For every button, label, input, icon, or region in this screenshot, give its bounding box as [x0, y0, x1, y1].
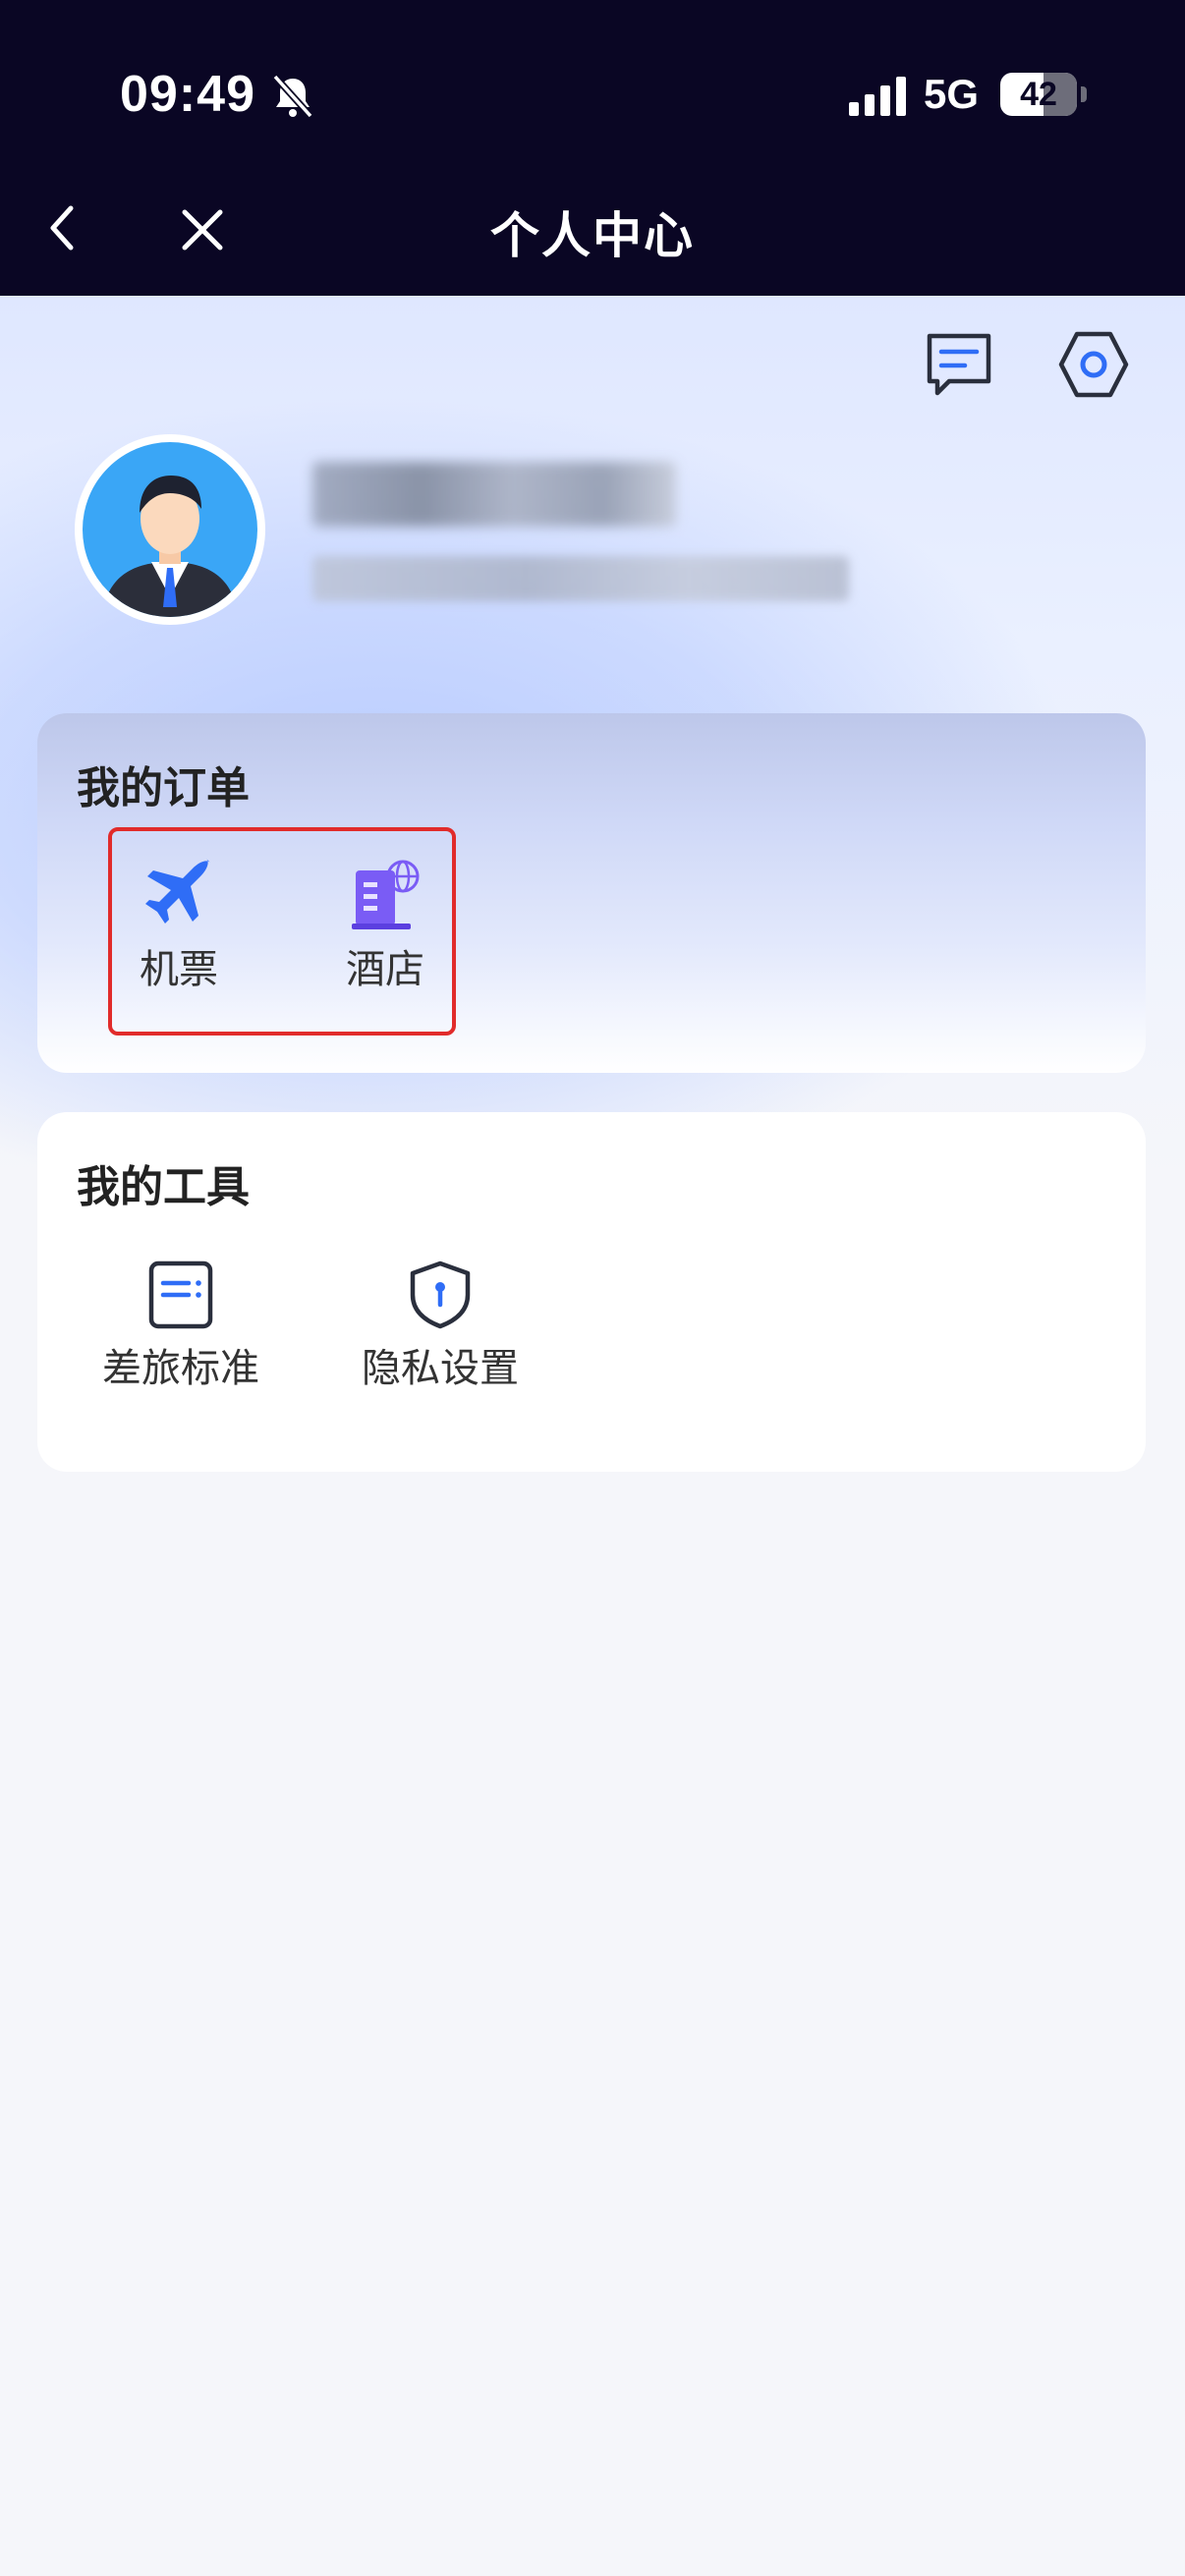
my-orders-card: 我的订单 机票 酒店: [37, 713, 1146, 1073]
settings-icon[interactable]: [1057, 330, 1130, 399]
hotel-icon: [352, 860, 420, 929]
signal-icon: [849, 77, 906, 116]
network-type: 5G: [924, 71, 980, 117]
my-tools-card: 我的工具 差旅标准 隐私设置: [37, 1112, 1146, 1472]
order-item-flight[interactable]: 机票: [81, 857, 277, 994]
message-icon[interactable]: [924, 330, 994, 397]
tools-title: 我的工具: [77, 1162, 250, 1212]
user-info-redacted: [312, 556, 849, 601]
page-title: 个人中心: [490, 207, 695, 264]
top-bar: 09:49 5G 42 个人中心: [0, 0, 1185, 296]
user-avatar-icon: [83, 442, 257, 617]
tool-item-label: 隐私设置: [362, 1346, 519, 1391]
user-name-redacted: [312, 462, 676, 527]
tool-item-privacy-settings[interactable]: 隐私设置: [342, 1260, 538, 1393]
tool-item-label: 差旅标准: [102, 1346, 259, 1391]
tool-item-travel-policy[interactable]: 差旅标准: [83, 1260, 279, 1393]
order-item-label: 酒店: [346, 947, 424, 992]
battery-indicator: 42: [1000, 73, 1077, 116]
bell-muted-icon: [272, 74, 313, 119]
privacy-shield-icon: [410, 1260, 471, 1329]
status-time: 09:49: [120, 66, 255, 123]
airplane-icon: [145, 859, 210, 924]
order-item-hotel[interactable]: 酒店: [287, 857, 483, 994]
battery-level: 42: [1020, 75, 1057, 113]
travel-policy-icon: [148, 1260, 213, 1329]
battery-tip: [1081, 86, 1087, 102]
orders-title: 我的订单: [77, 763, 250, 813]
order-item-label: 机票: [140, 947, 218, 992]
avatar[interactable]: [75, 434, 265, 625]
